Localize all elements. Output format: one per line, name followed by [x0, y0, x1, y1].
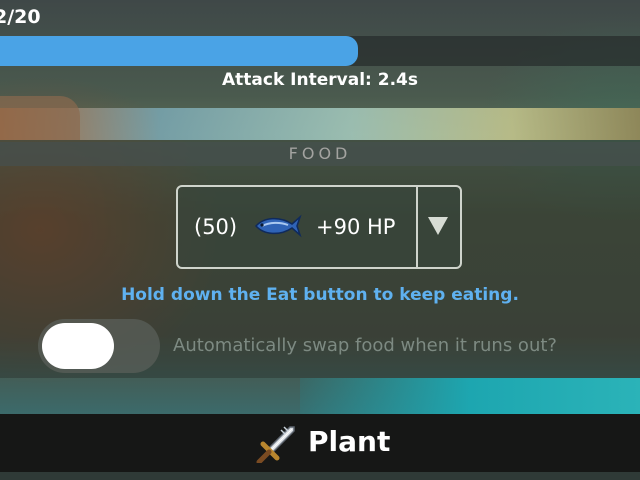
plant-button[interactable]: Plant: [250, 421, 400, 465]
hp-counter: 2/20: [0, 6, 41, 28]
toggle-knob[interactable]: [42, 323, 114, 369]
food-dropdown[interactable]: (50) +90 HP: [176, 185, 462, 269]
sea-water: [300, 378, 640, 414]
plant-button-label: Plant: [308, 425, 391, 458]
food-count: (50): [194, 215, 238, 239]
food-heal-amount: +90 HP: [316, 215, 396, 239]
attack-progress-fill: [0, 36, 359, 66]
auto-swap-label: Automatically swap food when it runs out…: [173, 335, 557, 356]
bottom-bar-edge: [0, 472, 640, 480]
fish-icon: [254, 213, 302, 243]
auto-swap-toggle[interactable]: [38, 319, 160, 373]
horizon-sky: [0, 108, 640, 140]
dropdown-divider: [416, 187, 418, 267]
food-section-header: FOOD: [0, 142, 640, 166]
attack-progress-bar: [0, 36, 640, 66]
cliff-rock: [0, 96, 80, 140]
sword-icon: [254, 425, 296, 467]
eat-hint-text: Hold down the Eat button to keep eating.: [121, 285, 519, 305]
attack-interval-label: Attack Interval: 2.4s: [222, 70, 418, 90]
chevron-down-icon[interactable]: [428, 217, 448, 235]
